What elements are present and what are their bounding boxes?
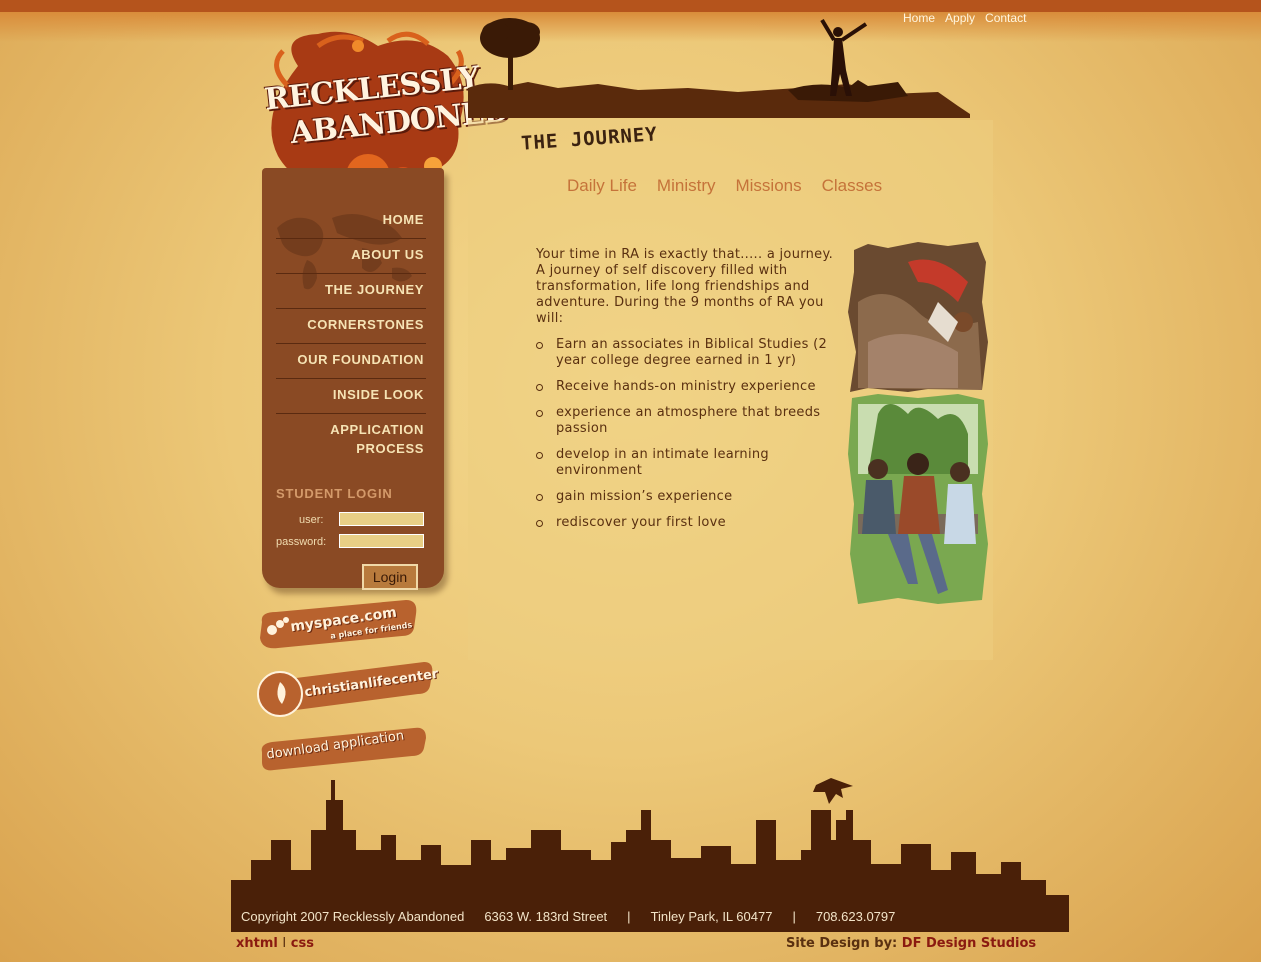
footer-separator: | — [627, 909, 631, 924]
list-item: rediscover your first love — [536, 515, 836, 531]
sub-navigation: Daily Life Ministry Missions Classes — [567, 176, 882, 196]
xhtml-link[interactable]: xhtml — [236, 936, 278, 951]
nav-divider — [276, 308, 426, 309]
benefits-list: Earn an associates in Biblical Studies (… — [536, 337, 836, 541]
footer-info: Copyright 2007 Recklessly Abandoned 6363… — [241, 909, 895, 924]
footer-phone: 708.623.0797 — [815, 909, 896, 924]
sidebar-item-process[interactable]: PROCESS — [276, 439, 424, 458]
header-silhouette-scene — [468, 18, 970, 118]
intro-paragraph: Your time in RA is exactly that..... a j… — [536, 247, 834, 326]
nav-divider — [276, 343, 426, 344]
student-login-heading: STUDENT LOGIN — [276, 486, 393, 501]
nav-divider — [276, 378, 426, 379]
list-item: Earn an associates in Biblical Studies (… — [536, 337, 836, 369]
subnav-daily-life[interactable]: Daily Life — [567, 176, 637, 196]
footer-copyright: Copyright 2007 Recklessly Abandoned — [241, 909, 465, 924]
credit-label: Site Design by: — [786, 936, 898, 951]
footer-city: Tinley Park, IL 60477 — [650, 909, 773, 924]
css-link[interactable]: css — [291, 936, 314, 951]
sidebar-item-cornerstones[interactable]: CORNERSTONES — [276, 315, 424, 334]
christianlifecenter-badge[interactable]: christianlifecenter — [256, 660, 439, 720]
sidebar-item-application[interactable]: APPLICATION — [276, 420, 424, 439]
sidebar-item-the-journey[interactable]: THE JOURNEY — [276, 280, 424, 299]
user-label: user: — [299, 514, 324, 526]
nav-divider — [276, 238, 426, 239]
subnav-classes[interactable]: Classes — [822, 176, 882, 196]
nav-divider — [276, 273, 426, 274]
nav-divider — [276, 413, 426, 414]
footer-address: 6363 W. 183rd Street — [484, 909, 608, 924]
list-item: experience an atmosphere that breeds pas… — [536, 405, 836, 437]
credit-link[interactable]: DF Design Studios — [902, 936, 1036, 951]
climbing-photo — [848, 242, 988, 392]
footer-separator: | — [792, 909, 796, 924]
sidebar-item-home[interactable]: HOME — [276, 210, 424, 229]
sidebar-item-about-us[interactable]: ABOUT US — [276, 245, 424, 264]
login-button[interactable]: Login — [362, 564, 418, 590]
validation-separator: I — [282, 936, 287, 951]
password-field[interactable] — [339, 534, 424, 548]
list-item: gain mission’s experience — [536, 489, 836, 505]
download-application-badge[interactable]: download application — [258, 726, 428, 772]
list-item: Receive hands-on ministry experience — [536, 379, 836, 395]
site-credit: Site Design by: DF Design Studios — [786, 936, 1036, 951]
students-photo — [848, 394, 988, 604]
sidebar-item-inside-look[interactable]: INSIDE LOOK — [276, 385, 424, 404]
top-link-contact[interactable]: Contact — [985, 11, 1026, 25]
sidebar-item-our-foundation[interactable]: OUR FOUNDATION — [276, 350, 424, 369]
list-item: develop in an intimate learning environm… — [536, 447, 836, 479]
username-field[interactable] — [339, 512, 424, 526]
validation-links: xhtml I css — [236, 936, 314, 951]
myspace-badge[interactable]: myspace.com a place for friends — [256, 600, 418, 650]
subnav-ministry[interactable]: Ministry — [657, 176, 716, 196]
city-skyline-footer — [231, 778, 1069, 932]
subnav-missions[interactable]: Missions — [735, 176, 801, 196]
password-label: password: — [276, 536, 327, 548]
